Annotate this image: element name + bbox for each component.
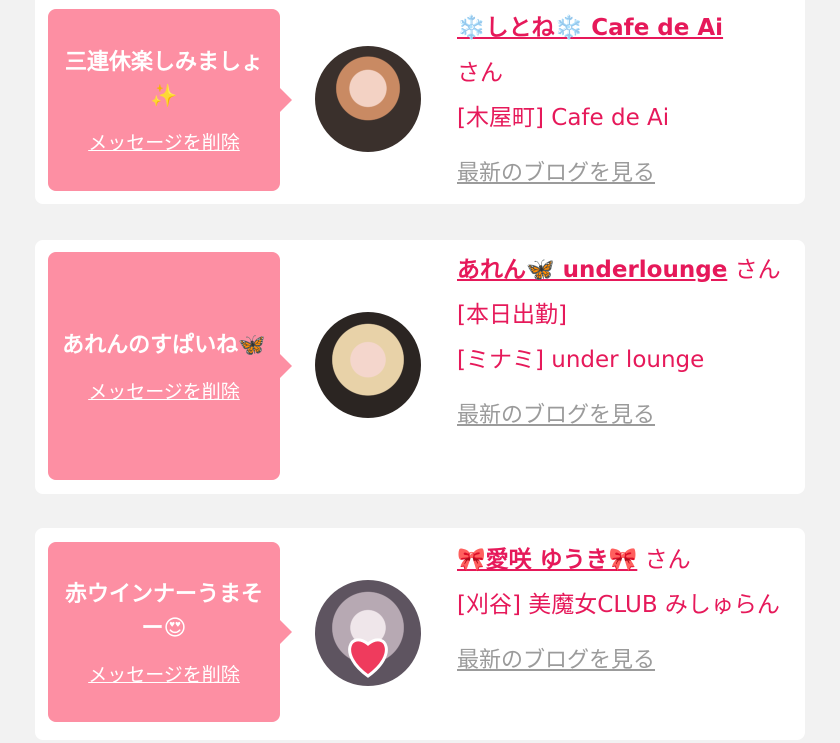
latest-blog-link[interactable]: 最新のブログを見る: [457, 403, 655, 428]
profile-name-link[interactable]: 🎀愛咲 ゆうき🎀: [457, 547, 637, 573]
latest-blog-link[interactable]: 最新のブログを見る: [457, 161, 655, 186]
delete-message-link[interactable]: メッセージを削除: [88, 128, 240, 155]
message-text: 三連休楽しみましょ✨: [64, 49, 263, 109]
profile-info: あれん🦋 underlounge さん[本日出勤] [ミナミ] under lo…: [457, 248, 787, 438]
delete-message-link[interactable]: メッセージを削除: [88, 660, 240, 687]
message-bubble: あれんのすぱいね🦋 メッセージを削除: [48, 252, 292, 480]
message-text: 赤ウインナーうまそー😍: [64, 581, 263, 641]
message-bubble: 赤ウインナーうまそー😍 メッセージを削除: [48, 542, 292, 722]
latest-blog-link[interactable]: 最新のブログを見る: [457, 648, 655, 673]
honorific: さん: [644, 547, 691, 573]
profile-info: ❄️しとね❄️ Cafe de Ai さん [木屋町] Cafe de Ai 最…: [457, 6, 787, 196]
delete-message-link[interactable]: メッセージを削除: [88, 377, 240, 404]
shop-info: [ミナミ] under lounge: [457, 347, 705, 373]
favorite-card: あれんのすぱいね🦋 メッセージを削除 あれん🦋 underlounge さん[本…: [35, 240, 805, 494]
heart-icon: [348, 638, 388, 678]
profile-name-link[interactable]: あれん🦋 underlounge: [457, 257, 727, 283]
avatar[interactable]: [315, 580, 421, 686]
message-bubble: 三連休楽しみましょ✨ メッセージを削除: [48, 9, 292, 191]
message-text: あれんのすぱいね🦋: [62, 332, 266, 358]
shop-info: [刈谷] 美魔女CLUB みしゅらん: [457, 592, 780, 618]
avatar[interactable]: [315, 46, 421, 152]
avatar[interactable]: [315, 312, 421, 418]
shop-info: [木屋町] Cafe de Ai: [457, 105, 670, 131]
honorific: さん: [457, 60, 503, 86]
profile-info: 🎀愛咲 ゆうき🎀 さん [刈谷] 美魔女CLUB みしゅらん 最新のブログを見る: [457, 538, 787, 683]
profile-name-link[interactable]: ❄️しとね❄️ Cafe de Ai: [457, 15, 723, 41]
favorite-card: 三連休楽しみましょ✨ メッセージを削除 ❄️しとね❄️ Cafe de Ai さ…: [35, 0, 805, 204]
favorite-card: 赤ウインナーうまそー😍 メッセージを削除 🎀愛咲 ゆうき🎀 さん [刈谷] 美魔…: [35, 528, 805, 740]
